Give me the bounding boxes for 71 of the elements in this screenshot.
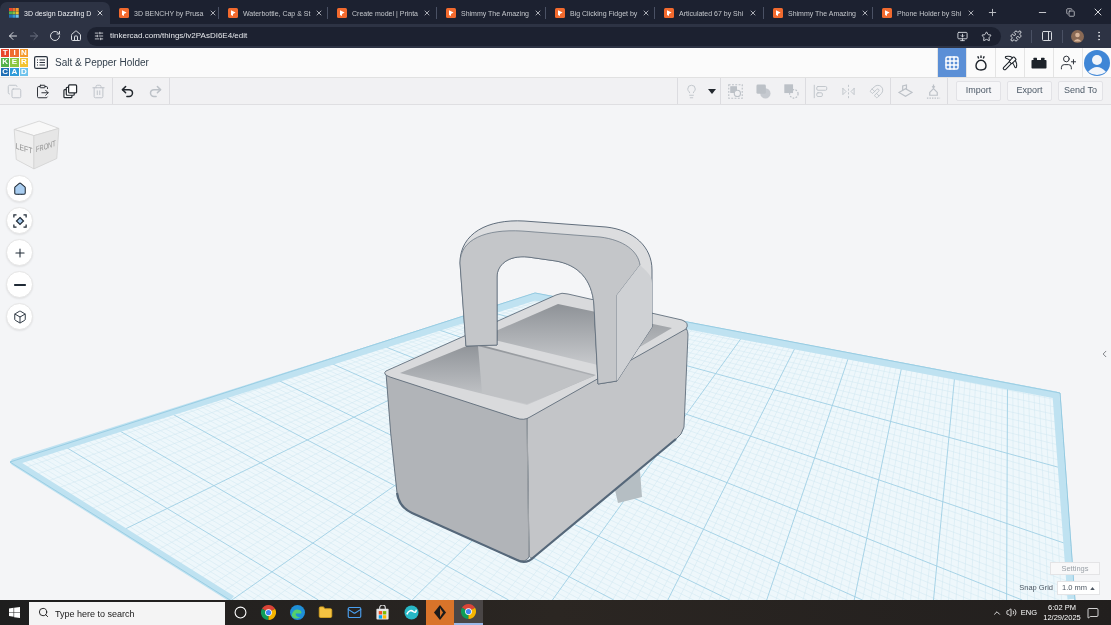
tile-logo-icon <box>555 8 565 18</box>
tile-logo-icon <box>446 8 456 18</box>
toolbar-text-button[interactable]: Send To <box>1058 81 1103 101</box>
basket-model-drawing[interactable] <box>384 220 689 563</box>
paste-icon[interactable] <box>34 83 50 99</box>
close-icon[interactable] <box>533 9 542 17</box>
address-field[interactable]: tinkercad.com/things/iv2PAsDI6E4/edit <box>87 26 1001 46</box>
back-icon[interactable] <box>7 30 19 42</box>
speaker-icon[interactable] <box>1005 607 1017 618</box>
add-user-icon <box>1059 54 1077 71</box>
browser-icon <box>460 604 476 619</box>
zoom-in-icon <box>12 245 27 260</box>
start-icon <box>9 607 20 618</box>
close-icon[interactable] <box>315 9 324 17</box>
circle-icon <box>233 606 247 619</box>
extensions-icon[interactable] <box>1010 30 1022 42</box>
swirl-icon <box>403 605 419 620</box>
bookmark-star-icon[interactable] <box>981 30 992 42</box>
taskbar-app-button[interactable] <box>454 600 483 625</box>
app-logo[interactable]: T I N K E R C A D <box>1 49 28 76</box>
view-control-button[interactable] <box>6 175 33 202</box>
home-icon[interactable] <box>70 30 82 42</box>
tile-logo-icon <box>119 8 129 18</box>
close-icon[interactable] <box>423 9 431 17</box>
close-icon[interactable] <box>749 9 757 17</box>
design-list-icon[interactable] <box>34 56 48 69</box>
tile-logo-icon <box>773 8 783 18</box>
shopping-bag-icon <box>375 605 391 620</box>
reload-icon[interactable] <box>49 30 61 42</box>
profile-avatar-icon[interactable] <box>1071 29 1084 43</box>
search-field[interactable]: Type here to search <box>29 601 225 625</box>
color-grid-icon <box>9 8 19 18</box>
grid-icon <box>944 54 960 71</box>
pickaxe-icon <box>1002 54 1018 71</box>
close-icon[interactable] <box>642 9 651 17</box>
sparkling-egg-icon <box>973 54 989 71</box>
site-settings-icon[interactable] <box>94 31 104 41</box>
tile-logo-icon <box>228 8 238 18</box>
diamond-tile-icon <box>425 600 454 625</box>
caret-icon[interactable] <box>708 88 716 94</box>
fit-view-icon <box>12 213 27 228</box>
search-icon <box>38 607 49 618</box>
browser-wave-icon <box>289 605 305 620</box>
tile-logo-icon <box>337 8 347 18</box>
cube-icon <box>12 309 27 324</box>
close-icon[interactable] <box>208 9 217 17</box>
close-icon[interactable] <box>860 9 869 17</box>
zoom-out-icon <box>13 283 26 286</box>
close-icon[interactable] <box>96 9 105 17</box>
install-icon[interactable] <box>957 30 968 42</box>
side-panel-icon[interactable] <box>1041 30 1053 42</box>
avatar-icon[interactable] <box>1084 49 1110 76</box>
duplicate-icon[interactable] <box>62 83 78 99</box>
notifications-icon[interactable] <box>1087 606 1099 619</box>
new-tab-icon[interactable] <box>987 6 998 18</box>
toolbar-text-button[interactable]: Export <box>1007 81 1052 101</box>
caret-icon <box>1090 586 1095 590</box>
undo-icon[interactable] <box>119 83 135 99</box>
tile-logo-icon <box>664 8 674 18</box>
taskbar-app-button[interactable] <box>425 600 454 625</box>
design-title[interactable]: Salt & Pepper Holder <box>55 55 149 70</box>
home-icon <box>12 181 27 196</box>
tile-logo-icon <box>882 8 892 18</box>
view-control-button[interactable] <box>6 207 33 234</box>
restore-icon[interactable] <box>1065 7 1075 17</box>
view-control-button[interactable] <box>6 271 33 298</box>
folder-icon <box>318 605 334 620</box>
mail-icon <box>346 605 362 620</box>
toolbar-text-button[interactable]: Import <box>956 81 1001 101</box>
browser-icon <box>261 605 277 620</box>
close-icon[interactable] <box>967 9 975 17</box>
